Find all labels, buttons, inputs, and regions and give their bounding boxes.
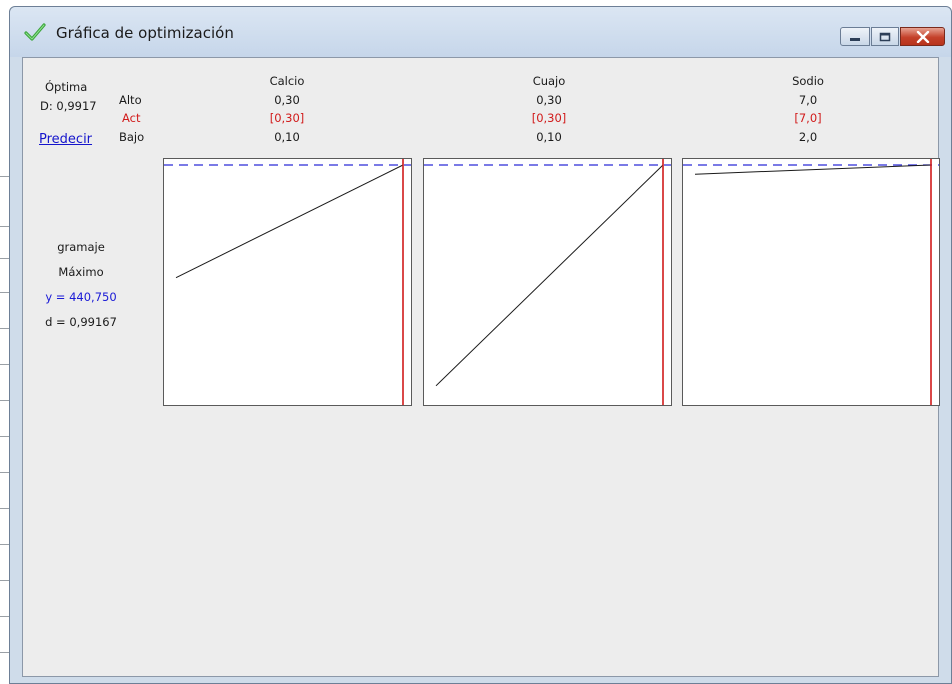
- edge-tick: [0, 328, 9, 329]
- edge-tick: [0, 400, 9, 401]
- window-controls: [839, 27, 945, 47]
- edge-tick: [0, 436, 9, 437]
- edge-tick: [0, 472, 9, 473]
- edge-tick: [0, 652, 9, 653]
- green-check-icon: [24, 23, 46, 41]
- minimize-button[interactable]: [840, 27, 870, 46]
- optimization-window: Gráfica de optimización Óptima D: 0,9917…: [9, 6, 952, 684]
- background-app-edge: [0, 0, 9, 684]
- factor-name: Cuajo: [532, 74, 566, 88]
- edge-tick: [0, 508, 9, 509]
- current-row-label: Act: [122, 111, 141, 125]
- close-icon: [916, 30, 929, 43]
- window-title: Gráfica de optimización: [56, 24, 234, 42]
- factor-low: 0,10: [274, 130, 300, 144]
- edge-tick: [0, 364, 9, 365]
- sodio-panel[interactable]: [682, 158, 940, 406]
- desirability-value: D: 0,9917: [40, 99, 97, 113]
- factor-name: Sodio: [792, 74, 824, 88]
- response-goal: Máximo: [58, 265, 104, 279]
- response-trace: [435, 164, 664, 387]
- cuajo-panel[interactable]: [423, 158, 672, 406]
- minimize-icon: [850, 37, 860, 41]
- edge-tick: [0, 292, 9, 293]
- edge-tick: [0, 580, 9, 581]
- optimal-label: Óptima: [45, 80, 88, 94]
- sodio-plot: [683, 159, 939, 405]
- plot-area: Óptima D: 0,9917 Predecir Alto Act Bajo …: [22, 57, 940, 677]
- factor-high: 7,0: [798, 93, 818, 107]
- maximize-button[interactable]: [871, 27, 899, 46]
- factor-current[interactable]: [0,30]: [532, 111, 567, 125]
- response-trace: [175, 164, 404, 279]
- maximize-icon: [879, 32, 891, 41]
- close-button[interactable]: [900, 27, 945, 46]
- response-name: gramaje: [57, 240, 105, 254]
- edge-tick: [0, 616, 9, 617]
- factor-current[interactable]: [0,30]: [270, 111, 305, 125]
- title-bar[interactable]: Gráfica de optimización: [10, 7, 951, 57]
- edge-tick: [0, 544, 9, 545]
- edge-tick: [0, 226, 9, 227]
- cuajo-plot: [424, 159, 671, 405]
- calcio-plot: [164, 159, 411, 405]
- factor-current[interactable]: [7,0]: [794, 111, 821, 125]
- predicted-y: y = 440,750: [45, 290, 117, 304]
- calcio-panel[interactable]: [163, 158, 412, 406]
- edge-tick: [0, 176, 9, 177]
- individual-desirability: d = 0,99167: [45, 315, 117, 329]
- factor-name: Calcio: [269, 74, 305, 88]
- predict-link[interactable]: Predecir: [39, 132, 92, 147]
- high-row-label: Alto: [119, 93, 142, 107]
- factor-low: 2,0: [798, 130, 818, 144]
- response-trace: [694, 164, 932, 175]
- edge-tick: [0, 258, 9, 259]
- factor-high: 0,30: [274, 93, 300, 107]
- factor-low: 0,10: [536, 130, 562, 144]
- low-row-label: Bajo: [119, 130, 145, 144]
- factor-high: 0,30: [536, 93, 562, 107]
